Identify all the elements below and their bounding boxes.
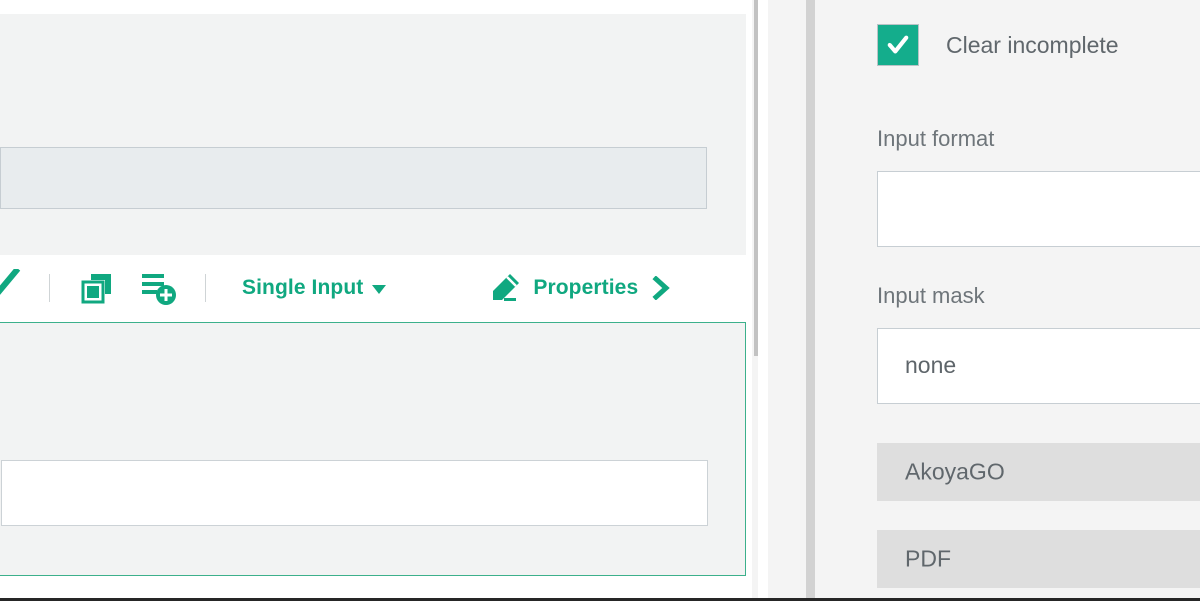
validate-check-icon[interactable] — [0, 269, 24, 307]
input-mask-value: none — [905, 352, 957, 378]
properties-panel: Clear incomplete Input format Input mask… — [815, 0, 1200, 601]
input-mode-label: Single Input — [242, 276, 364, 299]
selected-field-input[interactable] — [1, 460, 708, 526]
option-row-akoyago[interactable]: AkoyaGO — [877, 443, 1200, 501]
add-to-list-icon[interactable] — [141, 270, 177, 306]
app-root: Single Input Properties Clear incomplete… — [0, 0, 1200, 601]
pencil-edit-icon — [490, 273, 520, 303]
option-label: AkoyaGO — [905, 458, 1005, 485]
toolbar-separator-2 — [205, 274, 206, 302]
input-format-input[interactable] — [877, 171, 1200, 247]
clear-incomplete-checkbox[interactable] — [877, 24, 919, 66]
input-format-label: Input format — [877, 126, 995, 151]
readonly-field-box[interactable] — [0, 147, 707, 209]
option-row-pdf[interactable]: PDF — [877, 530, 1200, 588]
chevron-down-icon — [372, 285, 387, 294]
form-card-selected[interactable] — [0, 322, 746, 576]
input-mask-label: Input mask — [877, 283, 985, 308]
editor-scrollbar-thumb[interactable] — [754, 0, 758, 356]
field-toolbar: Single Input Properties — [0, 256, 746, 320]
toolbar-separator-1 — [49, 274, 50, 302]
clear-incomplete-row[interactable]: Clear incomplete — [877, 24, 1119, 66]
duplicate-icon[interactable] — [80, 271, 114, 305]
check-icon — [887, 35, 909, 54]
clear-incomplete-label: Clear incomplete — [946, 31, 1119, 58]
form-editor-pane: Single Input Properties — [0, 0, 758, 601]
form-card-upper[interactable] — [0, 14, 746, 255]
chevron-right-icon — [651, 276, 673, 300]
properties-label: Properties — [533, 276, 639, 299]
option-label: PDF — [905, 545, 951, 572]
properties-button[interactable]: Properties — [490, 273, 673, 303]
input-mode-dropdown[interactable]: Single Input — [242, 276, 387, 300]
splitter-handle[interactable] — [806, 0, 815, 601]
